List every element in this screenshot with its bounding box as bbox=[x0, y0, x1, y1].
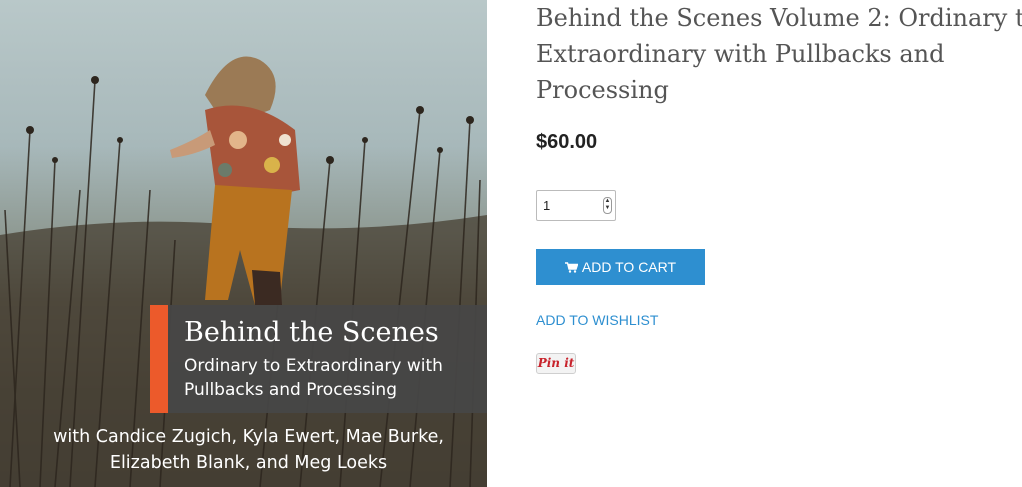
add-to-cart-button[interactable]: ADD TO CART bbox=[536, 249, 705, 285]
product-price: $60.00 bbox=[536, 131, 598, 153]
credits-line-2: Elizabeth Blank, and Meg Loeks bbox=[109, 453, 388, 473]
title-card: Behind the Scenes Ordinary to Extraordin… bbox=[150, 305, 487, 413]
add-to-cart-label: ADD TO CART bbox=[581, 259, 677, 275]
product-title-line-1: Behind the Scenes Volume 2: Ordinary to bbox=[536, 4, 1022, 32]
card-subtitle: Ordinary to Extraordinary with Pullbacks… bbox=[184, 354, 484, 402]
pinterest-pin-it-button[interactable]: Pin it bbox=[536, 353, 576, 374]
card-subtitle-line-1: Ordinary to Extraordinary with bbox=[184, 356, 443, 376]
product-image[interactable]: Behind the Scenes Ordinary to Extraordin… bbox=[0, 0, 487, 487]
quantity-spinner-arrows-icon[interactable]: ▲ ▼ bbox=[603, 197, 612, 214]
quantity-stepper[interactable]: ▲▼ bbox=[536, 190, 616, 221]
image-credits: with Candice Zugich, Kyla Ewert, Mae Bur… bbox=[0, 424, 487, 476]
card-title: Behind the Scenes bbox=[184, 317, 439, 348]
add-to-wishlist-link[interactable]: ADD TO WISHLIST bbox=[536, 312, 658, 328]
credits-line-1: with Candice Zugich, Kyla Ewert, Mae Bur… bbox=[53, 427, 444, 447]
product-title-line-2: Extraordinary with Pullbacks and bbox=[536, 40, 945, 68]
card-subtitle-line-2: Pullbacks and Processing bbox=[184, 380, 397, 400]
product-title-line-3: Processing bbox=[536, 76, 669, 104]
quantity-input[interactable] bbox=[537, 191, 603, 220]
shopping-cart-icon bbox=[564, 261, 578, 273]
photo-girl-running-in-field bbox=[0, 56, 487, 487]
title-card-accent-bar bbox=[150, 305, 168, 413]
product-title: Behind the Scenes Volume 2: Ordinary to … bbox=[536, 0, 1022, 108]
